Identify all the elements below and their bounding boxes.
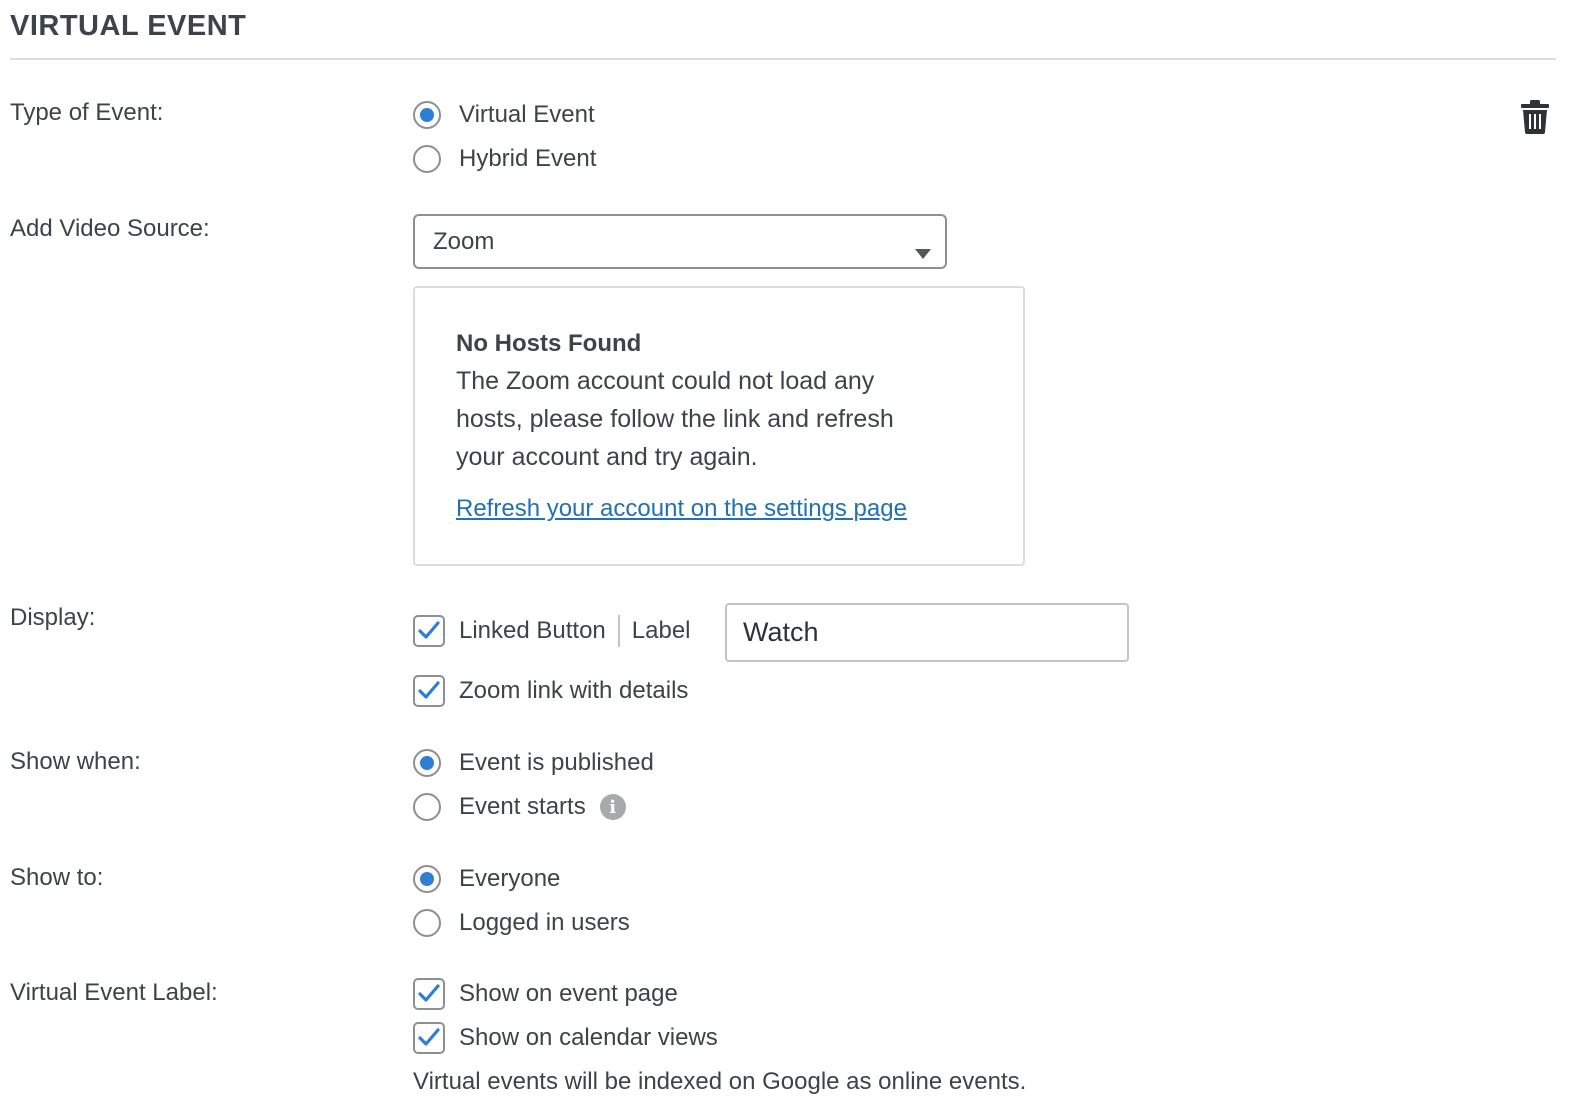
zoom-link-option[interactable]: Zoom link with details — [413, 674, 688, 708]
video-source-value: Zoom — [433, 227, 495, 255]
radio-virtual-event[interactable]: Virtual Event — [413, 98, 595, 132]
video-source-label: Add Video Source: — [10, 215, 210, 242]
checkmark-icon — [418, 1028, 440, 1046]
checkbox[interactable] — [413, 615, 445, 647]
refresh-account-link[interactable]: Refresh your account on the settings pag… — [456, 495, 907, 523]
notice-body: The Zoom account could not load any host… — [456, 367, 894, 471]
checkmark-icon — [418, 984, 440, 1002]
show-on-event-page-label: Show on event page — [459, 980, 678, 1007]
type-of-event-label: Type of Event: — [10, 99, 164, 126]
radio-hybrid-event[interactable]: Hybrid Event — [413, 142, 596, 176]
show-on-event-page-option[interactable]: Show on event page — [413, 977, 678, 1011]
show-on-calendar-views-option[interactable]: Show on calendar views — [413, 1021, 718, 1055]
checkbox[interactable] — [413, 1022, 445, 1054]
separator — [617, 615, 620, 647]
info-icon[interactable]: i — [599, 794, 626, 820]
radio-label: Hybrid Event — [459, 145, 597, 172]
radio-button[interactable] — [413, 793, 441, 821]
checkmark-icon — [418, 621, 440, 639]
button-label-caption: Label — [631, 617, 691, 644]
page-title: VIRTUAL EVENT — [10, 10, 247, 42]
radio-button[interactable] — [413, 749, 441, 777]
radio-everyone[interactable]: Everyone — [413, 862, 560, 896]
radio-button[interactable] — [413, 909, 441, 937]
radio-logged-in-users[interactable]: Logged in users — [413, 906, 630, 940]
show-to-label: Show to: — [10, 864, 104, 891]
linked-button-label: Linked Button — [459, 617, 606, 644]
radio-label: Virtual Event — [459, 101, 595, 128]
divider — [10, 58, 1556, 60]
video-source-select[interactable]: Zoom — [413, 214, 947, 269]
zoom-link-label: Zoom link with details — [459, 677, 689, 704]
display-label: Display: — [10, 604, 96, 631]
radio-label: Everyone — [459, 865, 561, 892]
checkmark-icon — [418, 681, 440, 699]
radio-event-published[interactable]: Event is published — [413, 746, 654, 780]
no-hosts-notice: No Hosts Found The Zoom account could no… — [413, 286, 1025, 566]
virtual-event-label-label: Virtual Event Label: — [10, 979, 218, 1006]
radio-button[interactable] — [413, 865, 441, 893]
radio-event-starts[interactable]: Event starts i — [413, 790, 626, 824]
radio-label: Logged in users — [459, 909, 630, 936]
radio-button[interactable] — [413, 145, 441, 173]
button-label-input[interactable] — [725, 603, 1129, 662]
google-index-note: Virtual events will be indexed on Google… — [413, 1068, 1027, 1095]
trash-icon[interactable] — [1520, 100, 1550, 139]
show-when-label: Show when: — [10, 748, 141, 775]
notice-heading: No Hosts Found — [456, 330, 642, 357]
linked-button-option[interactable]: Linked Button Label — [413, 614, 691, 648]
show-on-calendar-views-label: Show on calendar views — [459, 1024, 718, 1051]
radio-label: Event is published — [459, 749, 654, 776]
checkbox[interactable] — [413, 675, 445, 707]
checkbox[interactable] — [413, 978, 445, 1010]
radio-label: Event starts — [459, 793, 586, 820]
chevron-down-icon — [915, 238, 931, 266]
radio-button[interactable] — [413, 101, 441, 129]
